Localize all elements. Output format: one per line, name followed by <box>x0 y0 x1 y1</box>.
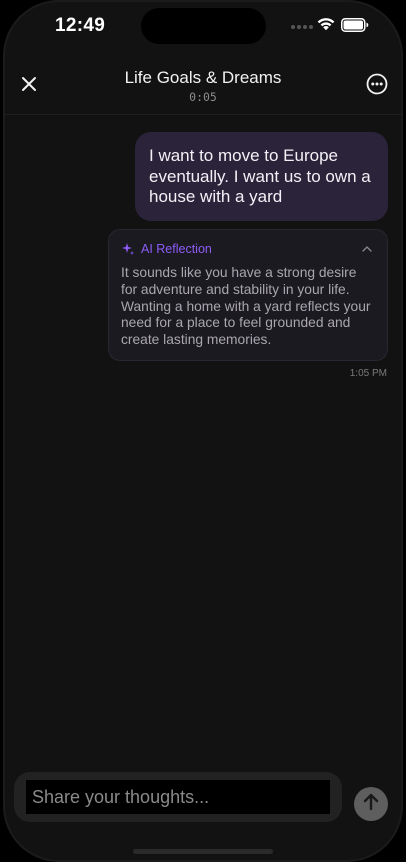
message-timestamp: 1:05 PM <box>349 368 387 379</box>
wifi-icon <box>316 16 336 36</box>
message-composer <box>14 772 342 822</box>
status-time: 12:49 <box>55 15 106 36</box>
status-bar: 12:49 <box>3 0 403 52</box>
close-icon <box>21 76 37 97</box>
arrow-up-icon <box>363 793 379 816</box>
sparkle-icon <box>121 242 135 256</box>
chat-header: Life Goals & Dreams 0:05 <box>3 60 403 115</box>
cellular-dots-icon <box>291 25 313 29</box>
battery-icon <box>341 18 369 37</box>
send-button[interactable] <box>354 787 388 821</box>
message-input[interactable] <box>26 780 330 814</box>
reflection-text: It sounds like you have a strong desire … <box>121 265 371 348</box>
user-message-bubble: I want to move to Europe eventually. I w… <box>135 132 388 221</box>
collapse-reflection-button[interactable] <box>359 241 375 257</box>
ai-reflection-card: AI Reflection It sounds like you have a … <box>108 229 388 361</box>
reflection-label: AI Reflection <box>141 242 212 256</box>
title-block: Life Goals & Dreams 0:05 <box>63 67 343 104</box>
reflection-header: AI Reflection <box>121 241 375 257</box>
more-options-icon <box>366 73 388 100</box>
page-title: Life Goals & Dreams <box>124 68 282 87</box>
app-screen: 12:49 Life Goals & Dreams 0:05 I want to… <box>3 0 403 862</box>
close-button[interactable] <box>15 72 43 100</box>
home-indicator <box>133 849 273 854</box>
dynamic-island <box>141 8 266 44</box>
session-timer: 0:05 <box>189 90 217 104</box>
more-options-button[interactable] <box>363 72 391 100</box>
phone-device: 12:49 Life Goals & Dreams 0:05 I want to… <box>0 0 406 862</box>
chevron-up-icon <box>362 246 372 252</box>
